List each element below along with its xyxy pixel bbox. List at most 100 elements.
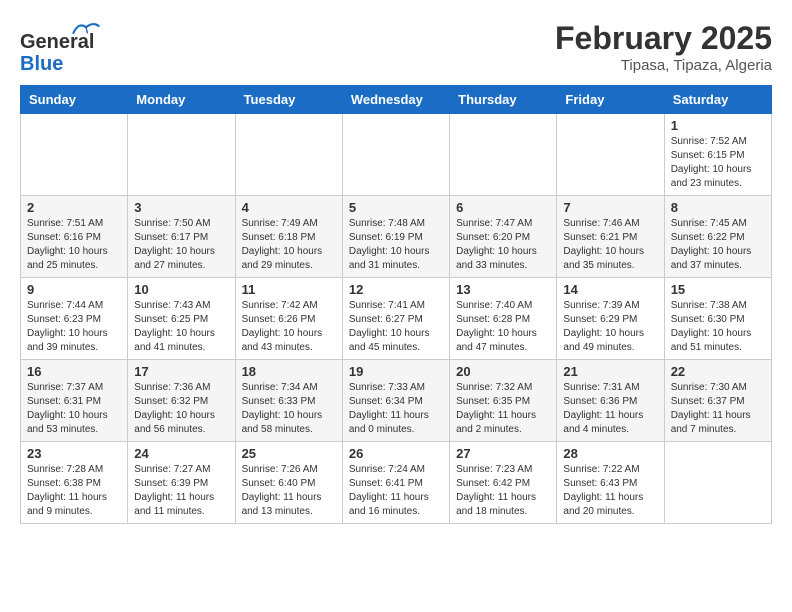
calendar-cell: 7 Sunrise: 7:46 AM Sunset: 6:21 PM Daylig…: [557, 196, 664, 278]
day-number: 5: [349, 200, 443, 215]
day-info: Sunrise: 7:47 AM Sunset: 6:20 PM Dayligh…: [456, 217, 550, 273]
day-info: Sunrise: 7:31 AM Sunset: 6:36 PM Dayligh…: [563, 381, 657, 437]
day-number: 21: [563, 364, 657, 379]
day-number: 6: [456, 200, 550, 215]
calendar-cell: 11Sunrise: 7:42 AM Sunset: 6:26 PM Dayli…: [235, 278, 342, 360]
day-number: 26: [349, 446, 443, 461]
day-number: 15: [671, 282, 765, 297]
day-info: Sunrise: 7:27 AM Sunset: 6:39 PM Dayligh…: [134, 463, 228, 519]
col-header-thursday: Thursday: [450, 86, 557, 114]
day-number: 17: [134, 364, 228, 379]
calendar-cell: 20 Sunrise: 7:32 AM Sunset: 6:35 PM Dayli…: [450, 360, 557, 442]
calendar-week-row: 1Sunrise: 7:52 AM Sunset: 6:15 PM Daylig…: [21, 114, 772, 196]
logo-blue: Blue: [20, 53, 63, 75]
day-info: Sunrise: 7:44 AM Sunset: 6:23 PM Dayligh…: [27, 299, 121, 355]
location: Tipasa, Tipaza, Algeria: [555, 57, 772, 74]
calendar-cell: 22 Sunrise: 7:30 AM Sunset: 6:37 PM Dayli…: [664, 360, 771, 442]
day-number: 28: [563, 446, 657, 461]
day-info: Sunrise: 7:42 AM Sunset: 6:26 PM Dayligh…: [242, 299, 336, 355]
calendar-week-row: 16 Sunrise: 7:37 AM Sunset: 6:31 PM Dayli…: [21, 360, 772, 442]
calendar-cell: 26 Sunrise: 7:24 AM Sunset: 6:41 PM Dayli…: [342, 442, 449, 524]
calendar-cell: 23Sunrise: 7:28 AM Sunset: 6:38 PM Dayli…: [21, 442, 128, 524]
day-info: Sunrise: 7:23 AM Sunset: 6:42 PM Dayligh…: [456, 463, 550, 519]
day-number: 23: [27, 446, 121, 461]
calendar-cell: 24Sunrise: 7:27 AM Sunset: 6:39 PM Dayli…: [128, 442, 235, 524]
day-info: Sunrise: 7:40 AM Sunset: 6:28 PM Dayligh…: [456, 299, 550, 355]
day-number: 13: [456, 282, 550, 297]
calendar-cell: [128, 114, 235, 196]
day-info: Sunrise: 7:45 AM Sunset: 6:22 PM Dayligh…: [671, 217, 765, 273]
calendar-cell: 2 Sunrise: 7:51 AM Sunset: 6:16 PM Daylig…: [21, 196, 128, 278]
day-info: Sunrise: 7:52 AM Sunset: 6:15 PM Dayligh…: [671, 135, 765, 191]
calendar-cell: 8 Sunrise: 7:45 AM Sunset: 6:22 PM Daylig…: [664, 196, 771, 278]
calendar-cell: [557, 114, 664, 196]
calendar-cell: [664, 442, 771, 524]
calendar-cell: 18Sunrise: 7:34 AM Sunset: 6:33 PM Dayli…: [235, 360, 342, 442]
calendar-week-row: 23Sunrise: 7:28 AM Sunset: 6:38 PM Dayli…: [21, 442, 772, 524]
day-info: Sunrise: 7:41 AM Sunset: 6:27 PM Dayligh…: [349, 299, 443, 355]
day-number: 10: [134, 282, 228, 297]
calendar-cell: 19 Sunrise: 7:33 AM Sunset: 6:34 PM Dayli…: [342, 360, 449, 442]
col-header-tuesday: Tuesday: [235, 86, 342, 114]
calendar-cell: 4 Sunrise: 7:49 AM Sunset: 6:18 PM Daylig…: [235, 196, 342, 278]
col-header-sunday: Sunday: [21, 86, 128, 114]
calendar-cell: 21 Sunrise: 7:31 AM Sunset: 6:36 PM Dayli…: [557, 360, 664, 442]
logo: General Blue: [20, 20, 100, 75]
calendar-cell: 13 Sunrise: 7:40 AM Sunset: 6:28 PM Dayli…: [450, 278, 557, 360]
day-number: 20: [456, 364, 550, 379]
day-number: 8: [671, 200, 765, 215]
day-number: 27: [456, 446, 550, 461]
calendar-header-row: SundayMondayTuesdayWednesdayThursdayFrid…: [21, 86, 772, 114]
calendar-cell: [21, 114, 128, 196]
day-number: 14: [563, 282, 657, 297]
day-info: Sunrise: 7:48 AM Sunset: 6:19 PM Dayligh…: [349, 217, 443, 273]
day-info: Sunrise: 7:38 AM Sunset: 6:30 PM Dayligh…: [671, 299, 765, 355]
calendar-cell: 16 Sunrise: 7:37 AM Sunset: 6:31 PM Dayli…: [21, 360, 128, 442]
day-info: Sunrise: 7:33 AM Sunset: 6:34 PM Dayligh…: [349, 381, 443, 437]
day-info: Sunrise: 7:22 AM Sunset: 6:43 PM Dayligh…: [563, 463, 657, 519]
day-info: Sunrise: 7:49 AM Sunset: 6:18 PM Dayligh…: [242, 217, 336, 273]
logo-general: General: [20, 31, 94, 53]
col-header-monday: Monday: [128, 86, 235, 114]
day-info: Sunrise: 7:36 AM Sunset: 6:32 PM Dayligh…: [134, 381, 228, 437]
col-header-saturday: Saturday: [664, 86, 771, 114]
day-number: 18: [242, 364, 336, 379]
calendar-cell: 27 Sunrise: 7:23 AM Sunset: 6:42 PM Dayli…: [450, 442, 557, 524]
col-header-friday: Friday: [557, 86, 664, 114]
day-info: Sunrise: 7:46 AM Sunset: 6:21 PM Dayligh…: [563, 217, 657, 273]
day-number: 7: [563, 200, 657, 215]
calendar-cell: [342, 114, 449, 196]
day-number: 19: [349, 364, 443, 379]
page-header: General Blue February 2025 Tipasa, Tipaz…: [20, 20, 772, 75]
calendar-week-row: 9 Sunrise: 7:44 AM Sunset: 6:23 PM Daylig…: [21, 278, 772, 360]
day-number: 25: [242, 446, 336, 461]
day-info: Sunrise: 7:30 AM Sunset: 6:37 PM Dayligh…: [671, 381, 765, 437]
calendar-table: SundayMondayTuesdayWednesdayThursdayFrid…: [20, 85, 772, 524]
day-info: Sunrise: 7:43 AM Sunset: 6:25 PM Dayligh…: [134, 299, 228, 355]
day-number: 9: [27, 282, 121, 297]
day-number: 2: [27, 200, 121, 215]
day-info: Sunrise: 7:51 AM Sunset: 6:16 PM Dayligh…: [27, 217, 121, 273]
day-number: 16: [27, 364, 121, 379]
day-number: 22: [671, 364, 765, 379]
calendar-cell: 28 Sunrise: 7:22 AM Sunset: 6:43 PM Dayli…: [557, 442, 664, 524]
calendar-cell: 5 Sunrise: 7:48 AM Sunset: 6:19 PM Daylig…: [342, 196, 449, 278]
calendar-cell: 9 Sunrise: 7:44 AM Sunset: 6:23 PM Daylig…: [21, 278, 128, 360]
col-header-wednesday: Wednesday: [342, 86, 449, 114]
month-title: February 2025: [555, 20, 772, 57]
calendar-week-row: 2 Sunrise: 7:51 AM Sunset: 6:16 PM Daylig…: [21, 196, 772, 278]
calendar-cell: 1Sunrise: 7:52 AM Sunset: 6:15 PM Daylig…: [664, 114, 771, 196]
calendar-cell: 17 Sunrise: 7:36 AM Sunset: 6:32 PM Dayli…: [128, 360, 235, 442]
title-block: February 2025 Tipasa, Tipaza, Algeria: [555, 20, 772, 74]
calendar-cell: [235, 114, 342, 196]
day-info: Sunrise: 7:32 AM Sunset: 6:35 PM Dayligh…: [456, 381, 550, 437]
day-number: 12: [349, 282, 443, 297]
calendar-cell: 15 Sunrise: 7:38 AM Sunset: 6:30 PM Dayli…: [664, 278, 771, 360]
day-number: 4: [242, 200, 336, 215]
calendar-cell: 10 Sunrise: 7:43 AM Sunset: 6:25 PM Dayli…: [128, 278, 235, 360]
day-info: Sunrise: 7:37 AM Sunset: 6:31 PM Dayligh…: [27, 381, 121, 437]
calendar-cell: 14Sunrise: 7:39 AM Sunset: 6:29 PM Dayli…: [557, 278, 664, 360]
calendar-cell: 6 Sunrise: 7:47 AM Sunset: 6:20 PM Daylig…: [450, 196, 557, 278]
day-info: Sunrise: 7:24 AM Sunset: 6:41 PM Dayligh…: [349, 463, 443, 519]
calendar-cell: 3Sunrise: 7:50 AM Sunset: 6:17 PM Daylig…: [128, 196, 235, 278]
